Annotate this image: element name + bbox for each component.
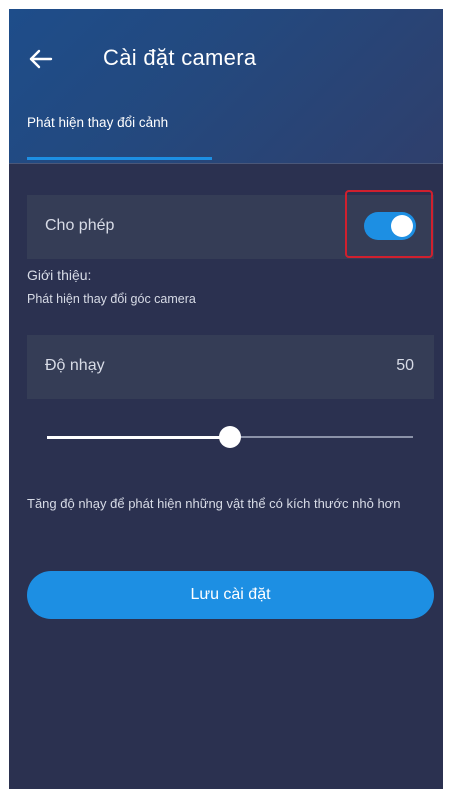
page-title: Cài đặt camera bbox=[103, 45, 257, 70]
slider-thumb[interactable] bbox=[219, 426, 241, 448]
sensitivity-label: Độ nhạy bbox=[45, 357, 105, 374]
sensitivity-row: Độ nhạy 50 bbox=[27, 335, 434, 399]
intro-text: Phát hiện thay đổi góc camera bbox=[27, 292, 196, 306]
slider-track-filled bbox=[47, 436, 230, 439]
tab-active-indicator bbox=[27, 157, 212, 160]
enable-label: Cho phép bbox=[45, 217, 115, 234]
toggle-knob bbox=[391, 215, 413, 237]
header: Cài đặt camera Phát hiện thay đổi cảnh bbox=[9, 9, 443, 164]
save-settings-button[interactable]: Lưu cài đặt bbox=[27, 571, 434, 619]
tab-divider bbox=[9, 163, 443, 164]
enable-toggle[interactable] bbox=[364, 212, 416, 240]
slider-track-empty bbox=[230, 436, 413, 438]
sensitivity-hint: Tăng độ nhạy để phát hiện những vật thể … bbox=[27, 496, 401, 511]
app-screen: Cài đặt camera Phát hiện thay đổi cảnh C… bbox=[9, 9, 443, 789]
back-button[interactable] bbox=[25, 43, 57, 75]
tab-scene-change-detection[interactable]: Phát hiện thay đổi cảnh bbox=[27, 115, 168, 130]
intro-title: Giới thiệu: bbox=[27, 267, 92, 283]
sensitivity-value: 50 bbox=[396, 357, 414, 374]
arrow-left-icon bbox=[29, 49, 53, 69]
sensitivity-slider[interactable] bbox=[47, 425, 413, 449]
